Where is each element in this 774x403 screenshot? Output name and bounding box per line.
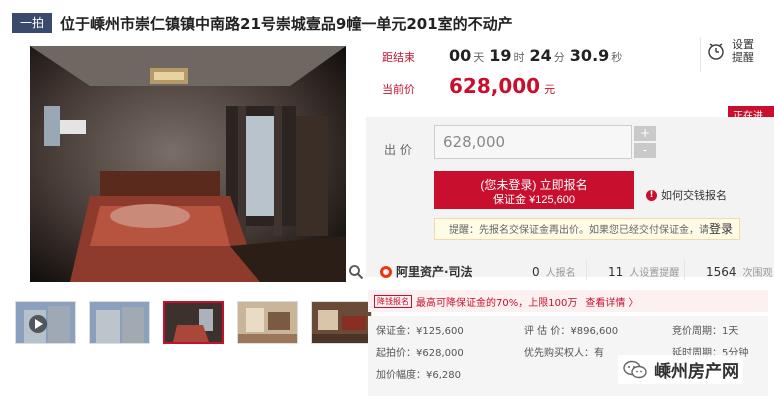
promo-details-link[interactable]: 查看详情 〉 bbox=[585, 294, 638, 309]
current-price-value: 628,000 bbox=[449, 74, 541, 98]
bid-area: 出 价 + - (您未登录) 立即报名 保证金 ¥125,600 ! 如何交钱报… bbox=[366, 117, 774, 277]
signup-count: 0 人报名 bbox=[532, 265, 576, 279]
countdown-hours: 19 bbox=[489, 46, 512, 65]
countdown-minutes: 24 bbox=[529, 46, 552, 65]
auction-round-tag: 一拍 bbox=[12, 13, 53, 33]
watermark-text: 嵊州房产网 bbox=[654, 362, 739, 382]
tip-text: 提醒：先报名交保证金再出价。如果您已经交付保证金，请 bbox=[449, 225, 709, 236]
thumbnail-1-video[interactable] bbox=[15, 301, 76, 344]
login-link[interactable]: 登录 bbox=[709, 222, 733, 236]
register-button[interactable]: (您未登录) 立即报名 保证金 ¥125,600 bbox=[434, 171, 634, 209]
zoom-icon[interactable] bbox=[348, 264, 364, 280]
login-tip-bar: 提醒：先报名交保证金再出价。如果您已经交付保证金，请登录 bbox=[434, 218, 740, 240]
thumbnail-strip bbox=[15, 301, 372, 344]
watermark: 嵊州房产网 bbox=[618, 355, 743, 384]
increment-info: 加价幅度：¥6,280 bbox=[376, 370, 461, 381]
page-title: 位于嵊州市崇仁镇镇中南路21号崇城壹品9幢一单元201室的不动产 bbox=[60, 14, 513, 33]
thumbnail-3-selected[interactable] bbox=[163, 301, 224, 344]
countdown-seconds: 30.9 bbox=[569, 46, 610, 65]
wechat-icon bbox=[623, 360, 647, 378]
thumbnail-4[interactable] bbox=[237, 301, 298, 344]
thumbnail-5[interactable] bbox=[311, 301, 372, 344]
platform-stats-row: 阿里资产·司法 0 人报名 11 人设置提醒 1564 次围观 bbox=[366, 256, 774, 286]
platform-name: 阿里资产·司法 bbox=[396, 265, 473, 279]
how-to-pay-link[interactable]: ! 如何交钱报名 bbox=[646, 187, 727, 203]
reminder-count: 11 人设置提醒 bbox=[608, 265, 680, 279]
bid-cycle-info: 竞价周期：1天 bbox=[672, 326, 739, 337]
deposit-promo-bar: 降钱报名 最高可降保证金的70%，上限100万 查看详情 〉 bbox=[368, 290, 768, 312]
view-count: 1564 次围观 bbox=[706, 265, 773, 279]
countdown: 距结束 00 天 19 时 24 分 30.9 秒 bbox=[382, 46, 623, 65]
start-price-info: 起拍价：¥628,000 bbox=[376, 348, 464, 359]
bid-label: 出 价 bbox=[384, 143, 412, 157]
countdown-days: 00 bbox=[449, 46, 472, 65]
bid-input[interactable] bbox=[434, 125, 632, 159]
register-button-label: (您未登录) 立即报名 bbox=[480, 177, 588, 192]
priority-buyer-info: 优先购买权人：有 bbox=[524, 348, 604, 359]
set-reminder-label: 设置提醒 bbox=[732, 38, 754, 64]
ali-logo-icon bbox=[380, 265, 392, 278]
deposit-info: 保证金：¥125,600 bbox=[376, 326, 464, 337]
bid-decrease-button[interactable]: - bbox=[634, 143, 656, 158]
info-icon: ! bbox=[646, 189, 657, 201]
bid-increase-button[interactable]: + bbox=[634, 126, 656, 141]
alarm-clock-icon bbox=[708, 43, 724, 60]
thumbnail-2[interactable] bbox=[89, 301, 150, 344]
current-price-label: 当前价 bbox=[382, 83, 415, 96]
set-reminder-button[interactable]: 设置提醒 bbox=[700, 38, 756, 72]
current-price: 当前价 628,000 元 bbox=[382, 74, 556, 98]
page-header: 一拍 位于嵊州市崇仁镇镇中南路21号崇城壹品9幢一单元201室的不动产 bbox=[12, 8, 768, 38]
promo-tag: 降钱报名 bbox=[374, 294, 412, 308]
register-deposit-label: 保证金 ¥125,600 bbox=[493, 193, 575, 206]
promo-text: 最高可降保证金的70%，上限100万 bbox=[416, 297, 578, 309]
main-photo[interactable] bbox=[30, 46, 346, 282]
appraisal-info: 评 估 价：¥896,600 bbox=[524, 326, 619, 337]
ali-assets-logo[interactable]: 阿里资产·司法 bbox=[380, 263, 473, 280]
countdown-label: 距结束 bbox=[382, 51, 415, 64]
